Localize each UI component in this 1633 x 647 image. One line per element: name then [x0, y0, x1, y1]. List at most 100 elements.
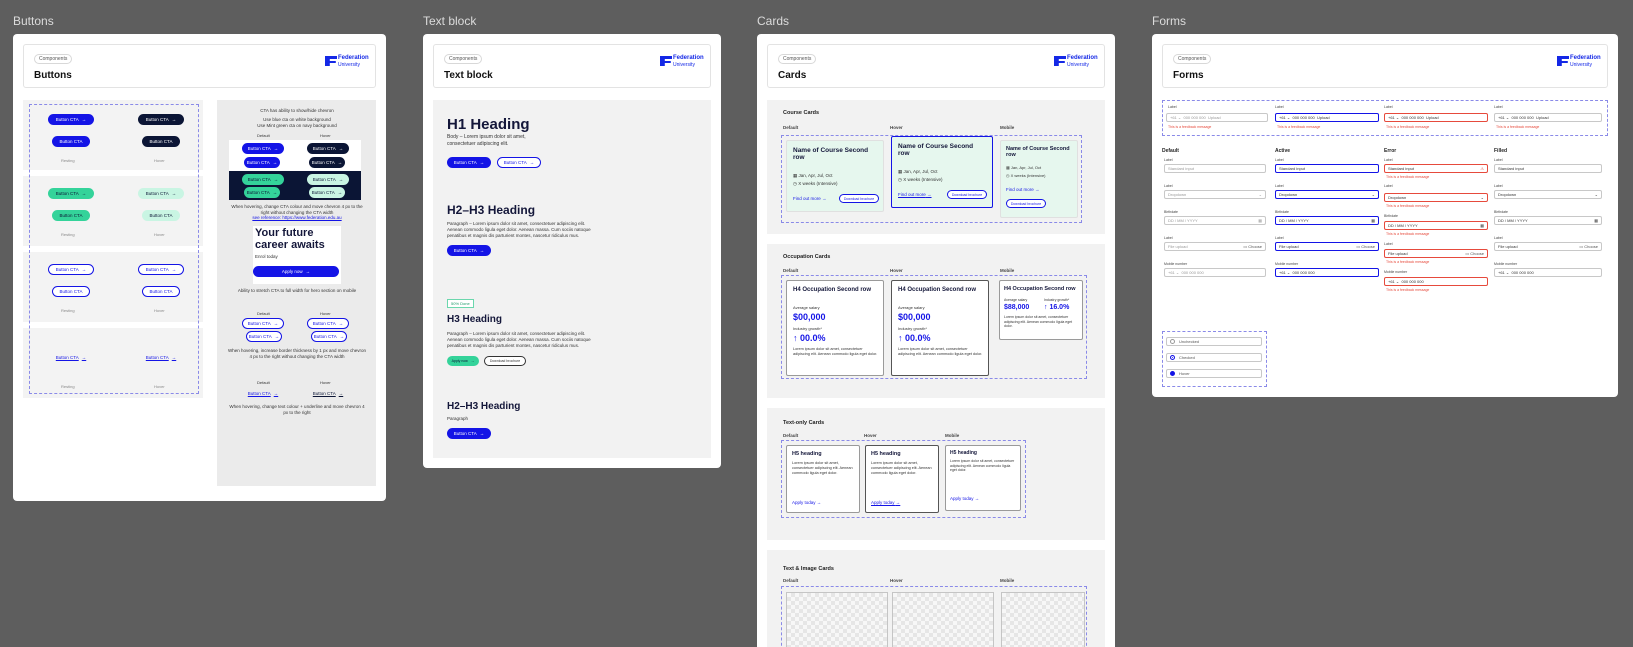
occupation-card-default[interactable]: H4 Occupation Second row Average salary …	[786, 280, 884, 376]
date-input-error[interactable]: DD / MM / YYYY ▦	[1384, 221, 1488, 230]
dropdown-filled[interactable]: Dropdown ⌄	[1494, 190, 1602, 199]
reference-link[interactable]: see reference: https://www.federation.ed…	[227, 215, 367, 221]
field-label: Label	[1275, 184, 1284, 188]
find-out-more-link[interactable]: Find out more →	[793, 196, 827, 202]
date-input-active[interactable]: DD / MM / YYYY ▦	[1275, 216, 1379, 225]
download-brochure-button[interactable]: Download brochure	[1006, 199, 1046, 208]
checkbox-hover[interactable]: Hover	[1166, 369, 1262, 378]
logo-subtext: University	[338, 62, 360, 68]
button-cta-outline[interactable]: Button CTA →	[497, 157, 541, 168]
button-cta-blue[interactable]: Button CTA →	[447, 428, 491, 439]
apply-now-button[interactable]: Apply now →	[447, 356, 479, 366]
forms-frame[interactable]: Components Forms Federation University La…	[1152, 34, 1618, 397]
download-brochure-button[interactable]: Download brochure	[947, 190, 987, 199]
file-value: File upload	[1388, 251, 1408, 256]
course-intake: ▦ Jan, Apr, Jul, Oct	[1006, 165, 1041, 170]
find-out-more-link[interactable]: Find out more →	[1006, 187, 1040, 193]
course-card-hover[interactable]: Name of Course Second row ▦ Jan, Apr, Ju…	[891, 136, 993, 208]
choose-button[interactable]: ▭ Choose	[1579, 244, 1598, 249]
page-title: Forms	[1173, 70, 1204, 81]
file-upload-active[interactable]: File upload ▭ Choose	[1275, 242, 1379, 251]
button-cta-navy[interactable]: Button CTA →	[307, 143, 349, 154]
image-placeholder	[892, 592, 994, 647]
phone-upload-error[interactable]: +61 ⌄ 000 000 000 Upload	[1384, 113, 1488, 122]
course-card-mobile[interactable]: Name of Course Second row ▦ Jan, Apr, Ju…	[1000, 140, 1078, 218]
components-chip: Components	[1173, 54, 1212, 64]
standard-input-default[interactable]: Standard input	[1164, 164, 1266, 173]
dropdown-default[interactable]: Dropdown ⌄	[1164, 190, 1266, 199]
choose-label: Choose	[1584, 244, 1598, 249]
mobile-input-error[interactable]: +61 ⌄ 000 000 000	[1384, 277, 1488, 286]
logo-text: Federation	[1067, 55, 1098, 61]
apply-today-link[interactable]: Apply today →	[950, 496, 979, 502]
apply-today-link[interactable]: Apply today →	[871, 500, 900, 506]
occupation-card-mobile[interactable]: H4 Occupation Second row Average salary …	[999, 280, 1083, 340]
phone-upload-active[interactable]: +61 ⌄ 000 000 000 Upload	[1275, 113, 1379, 122]
button-cta-mint-small[interactable]: Button CTA →	[244, 187, 280, 198]
phone-upload-default[interactable]: +61 ⌄ 000 000 000 Upload	[1166, 113, 1268, 122]
apply-today-link[interactable]: Apply today →	[792, 500, 821, 506]
button-cta-blue[interactable]: Button CTA →	[242, 143, 284, 154]
button-cta-mint[interactable]: Button CTA →	[242, 174, 284, 185]
choose-button[interactable]: ▭ Choose	[1356, 244, 1375, 249]
choose-label: Choose	[1248, 244, 1262, 249]
calendar-icon: ▦	[1480, 223, 1484, 228]
checkbox-checked[interactable]: Checked	[1166, 353, 1262, 362]
intake-text: Jan, Apr, Jul, Oct	[903, 169, 938, 174]
button-cta-link[interactable]: Button CTA →	[242, 388, 284, 399]
checkbox-unchecked[interactable]: Unchecked	[1166, 337, 1262, 346]
buttons-frame[interactable]: Components Buttons Federation University …	[13, 34, 386, 501]
arrow-right-icon: →	[927, 192, 932, 197]
download-brochure-button[interactable]: Download brochure	[839, 194, 879, 203]
course-card-default[interactable]: Name of Course Second row ▦ Jan, Apr, Ju…	[786, 140, 884, 212]
choose-button[interactable]: ▭ Choose	[1465, 251, 1484, 256]
button-cta-outline[interactable]: Button CTA →	[242, 318, 284, 329]
download-brochure-button[interactable]: Download brochure	[484, 356, 526, 366]
text-block-frame[interactable]: Components Text block Federation Universi…	[423, 34, 721, 468]
logo-mark-icon	[1557, 56, 1569, 66]
dropdown-active[interactable]: Dropdown ⌄	[1275, 190, 1379, 199]
button-cta-outline-hover-small[interactable]: Button CTA →	[311, 331, 347, 342]
file-upload-default[interactable]: File upload ▭ Choose	[1164, 242, 1266, 251]
date-input-filled[interactable]: DD / MM / YYYY ▦	[1494, 216, 1602, 225]
apply-now-button[interactable]: Apply now →	[253, 266, 339, 277]
cards-frame[interactable]: Components Cards Federation University Co…	[757, 34, 1115, 647]
text-card-hover[interactable]: H5 heading Lorem ipsum dolor sit amet, c…	[865, 445, 939, 513]
arrow-right-icon: →	[529, 160, 535, 165]
button-cta-navy-small[interactable]: Button CTA →	[309, 157, 345, 168]
field-label: Label	[1384, 105, 1393, 109]
field-label: Label	[1164, 158, 1173, 162]
date-input-default[interactable]: DD / MM / YYYY ▦	[1164, 216, 1266, 225]
phone-upload-filled[interactable]: +61 ⌄ 000 000 000 Upload	[1494, 113, 1602, 122]
button-cta-mint-hover-small[interactable]: Button CTA →	[309, 187, 345, 198]
button-cta-outline-hover[interactable]: Button CTA →	[307, 318, 349, 329]
section-title: Text & Image Cards	[783, 566, 834, 572]
standard-input-filled[interactable]: Standard input	[1494, 164, 1602, 173]
col-default: Default	[783, 578, 799, 583]
choose-button[interactable]: ▭ Choose	[1243, 244, 1262, 249]
file-upload-filled[interactable]: File upload ▭ Choose	[1494, 242, 1602, 251]
occupation-card-hover[interactable]: H4 Occupation Second row Average salary …	[891, 280, 989, 376]
text-card-mobile[interactable]: H5 heading Lorem ipsum dolor sit amet, c…	[945, 445, 1021, 511]
button-cta-blue[interactable]: Button CTA →	[447, 245, 491, 256]
paragraph-short: Paragraph	[447, 416, 469, 421]
button-cta-mint-hover[interactable]: Button CTA →	[307, 174, 349, 185]
button-cta-blue[interactable]: Button CTA →	[447, 157, 491, 168]
button-cta-blue-small[interactable]: Button CTA →	[244, 157, 280, 168]
mobile-input-filled[interactable]: +61 ⌄ 000 000 000	[1494, 268, 1602, 277]
field-label: Label	[1384, 242, 1393, 246]
mobile-input-default[interactable]: +61 ⌄ 000 000 000	[1164, 268, 1266, 277]
mobile-input-active[interactable]: +61 ⌄ 000 000 000	[1275, 268, 1379, 277]
text-card-default[interactable]: H5 heading Lorem ipsum dolor sit amet, c…	[786, 445, 860, 513]
col-default: Default	[1162, 148, 1179, 154]
standard-input-active[interactable]: Standard input	[1275, 164, 1379, 173]
find-out-more-link[interactable]: Find out more →	[898, 192, 932, 198]
logo-subtext: University	[1067, 62, 1089, 68]
file-upload-error[interactable]: File upload ▭ Choose	[1384, 249, 1488, 258]
button-cta-outline-small[interactable]: Button CTA →	[246, 331, 282, 342]
button-cta-link-hover[interactable]: Button CTA →	[307, 388, 349, 399]
standard-input-error[interactable]: Standard input ⚠	[1384, 164, 1488, 173]
dropdown-error[interactable]: Dropdown ⌄	[1384, 193, 1488, 202]
dropdown-value: Dropdown	[1279, 192, 1298, 197]
paragraph-text: Paragraph – Lorem ipsum dolor sit amet, …	[447, 221, 591, 238]
